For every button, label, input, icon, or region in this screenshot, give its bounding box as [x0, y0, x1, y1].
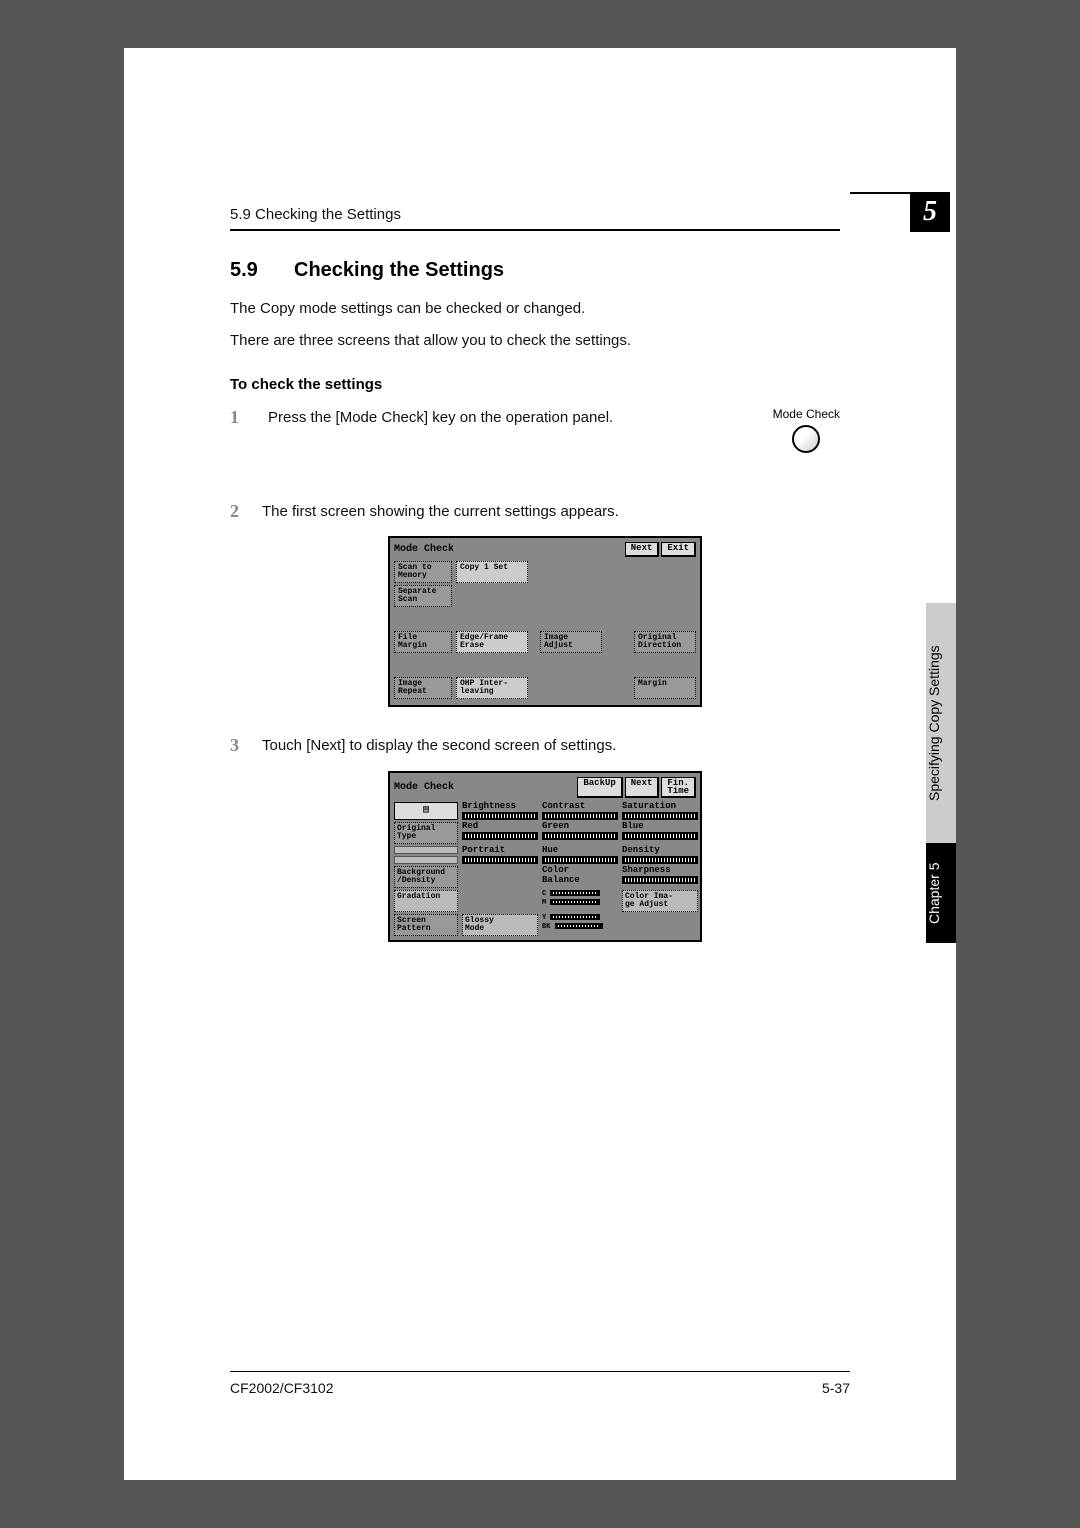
scan-to-memory-button[interactable]: Scan to Memory: [394, 561, 452, 583]
density-label: Density: [622, 846, 698, 856]
file-margin-button[interactable]: File Margin: [394, 631, 452, 653]
separate-scan-button[interactable]: Separate Scan: [394, 585, 452, 607]
side-tab-chapter: Chapter 5: [926, 843, 956, 943]
page-footer: CF2002/CF3102 5-37: [230, 1371, 850, 1396]
step-text: Touch [Next] to display the second scree…: [262, 735, 850, 757]
red-label: Red: [462, 822, 538, 832]
mode-check-screen-1: Mode Check Next Exit Scan to Memory Copy…: [388, 536, 702, 707]
cb-bk-row: BK: [542, 923, 618, 932]
copy-1-set-button[interactable]: Copy 1 Set: [456, 561, 528, 583]
section-number: 5.9: [230, 259, 294, 282]
content-area: 5 5.9 Checking the Settings 5.9Checking …: [230, 206, 850, 970]
cb-y-row: Y: [542, 914, 618, 923]
mode-check-button-icon: [792, 425, 820, 453]
original-direction-button[interactable]: Original Direction: [634, 631, 696, 653]
image-repeat-button[interactable]: Image Repeat: [394, 677, 452, 699]
screen-title: Mode Check: [394, 782, 454, 793]
screen-pattern-button[interactable]: Screen Pattern: [394, 914, 458, 936]
original-type-icon: ▤: [394, 802, 458, 820]
cb-y-slider[interactable]: [550, 914, 600, 920]
blue-slider[interactable]: [622, 832, 698, 840]
section-heading: 5.9Checking the Settings: [230, 259, 850, 282]
green-label: Green: [542, 822, 618, 832]
screen-title: Mode Check: [394, 544, 454, 555]
brightness-slider[interactable]: [462, 812, 538, 820]
page: 5 5.9 Checking the Settings 5.9Checking …: [124, 48, 956, 1480]
contrast-label: Contrast: [542, 802, 618, 812]
running-head-rule: [230, 229, 840, 231]
step-1: 1 Press the [Mode Check] key on the oper…: [230, 407, 850, 453]
color-balance-label: Color Balance: [542, 866, 618, 886]
section-title: Checking the Settings: [294, 259, 504, 281]
mode-check-label: Mode Check: [773, 407, 840, 421]
step-text: Press the [Mode Check] key on the operat…: [268, 407, 753, 429]
hue-slider[interactable]: [542, 856, 618, 864]
portrait-label: Portrait: [462, 846, 538, 856]
portrait-slider[interactable]: [462, 856, 538, 864]
step-number: 2: [230, 501, 248, 523]
cb-m-row: M: [542, 899, 618, 908]
cb-bk-slider[interactable]: [555, 923, 603, 929]
original-type-button[interactable]: Original Type: [394, 822, 458, 844]
procedure-subhead: To check the settings: [230, 376, 850, 393]
margin-button[interactable]: Margin: [634, 677, 696, 699]
saturation-slider[interactable]: [622, 812, 698, 820]
mode-check-screen-2: Mode Check BackUp Next Fin. Time ▤ Brigh…: [388, 771, 702, 942]
step-text: The first screen showing the current set…: [262, 501, 850, 523]
contrast-slider[interactable]: [542, 812, 618, 820]
density-slider[interactable]: [622, 856, 698, 864]
next-button[interactable]: Next: [625, 777, 660, 798]
footer-model: CF2002/CF3102: [230, 1380, 334, 1396]
color-image-adjust-button[interactable]: Color Ima- ge Adjust: [622, 890, 698, 912]
intro-paragraph-2: There are three screens that allow you t…: [230, 330, 850, 352]
blue-label: Blue: [622, 822, 698, 832]
backup-button[interactable]: BackUp: [577, 777, 622, 798]
step-number: 1: [230, 407, 248, 429]
green-slider[interactable]: [542, 832, 618, 840]
cb-c-slider[interactable]: [550, 890, 600, 896]
hue-label: Hue: [542, 846, 618, 856]
edge-frame-erase-button[interactable]: Edge/Frame Erase: [456, 631, 528, 653]
side-tab-section-title: Specifying Copy Settings: [926, 603, 956, 843]
glossy-mode-button[interactable]: Glossy Mode: [462, 914, 538, 936]
image-adjust-button[interactable]: Image Adjust: [540, 631, 602, 653]
background-density-button[interactable]: Background /Density: [394, 866, 458, 888]
step-3: 3 Touch [Next] to display the second scr…: [230, 735, 850, 757]
density-indicator-icon: [394, 846, 458, 864]
gradation-button[interactable]: Gradation: [394, 890, 458, 912]
next-button[interactable]: Next: [625, 542, 660, 557]
cb-c-row: C: [542, 890, 618, 899]
red-slider[interactable]: [462, 832, 538, 840]
side-tab: Specifying Copy Settings Chapter 5: [926, 603, 956, 943]
cb-m-slider[interactable]: [550, 899, 600, 905]
mode-check-key-illustration: Mode Check: [773, 407, 840, 453]
step-number: 3: [230, 735, 248, 757]
ohp-interleaving-button[interactable]: OHP Inter- leaving: [456, 677, 528, 699]
running-head: 5.9 Checking the Settings: [230, 206, 850, 223]
step-2: 2 The first screen showing the current s…: [230, 501, 850, 523]
brightness-label: Brightness: [462, 802, 538, 812]
intro-paragraph-1: The Copy mode settings can be checked or…: [230, 298, 850, 320]
exit-button[interactable]: Exit: [661, 542, 696, 557]
sharpness-label: Sharpness: [622, 866, 698, 876]
footer-page-number: 5-37: [822, 1380, 850, 1396]
sharpness-slider[interactable]: [622, 876, 698, 884]
chapter-number-box: 5: [910, 192, 950, 232]
fin-time-button[interactable]: Fin. Time: [661, 777, 696, 798]
saturation-label: Saturation: [622, 802, 698, 812]
